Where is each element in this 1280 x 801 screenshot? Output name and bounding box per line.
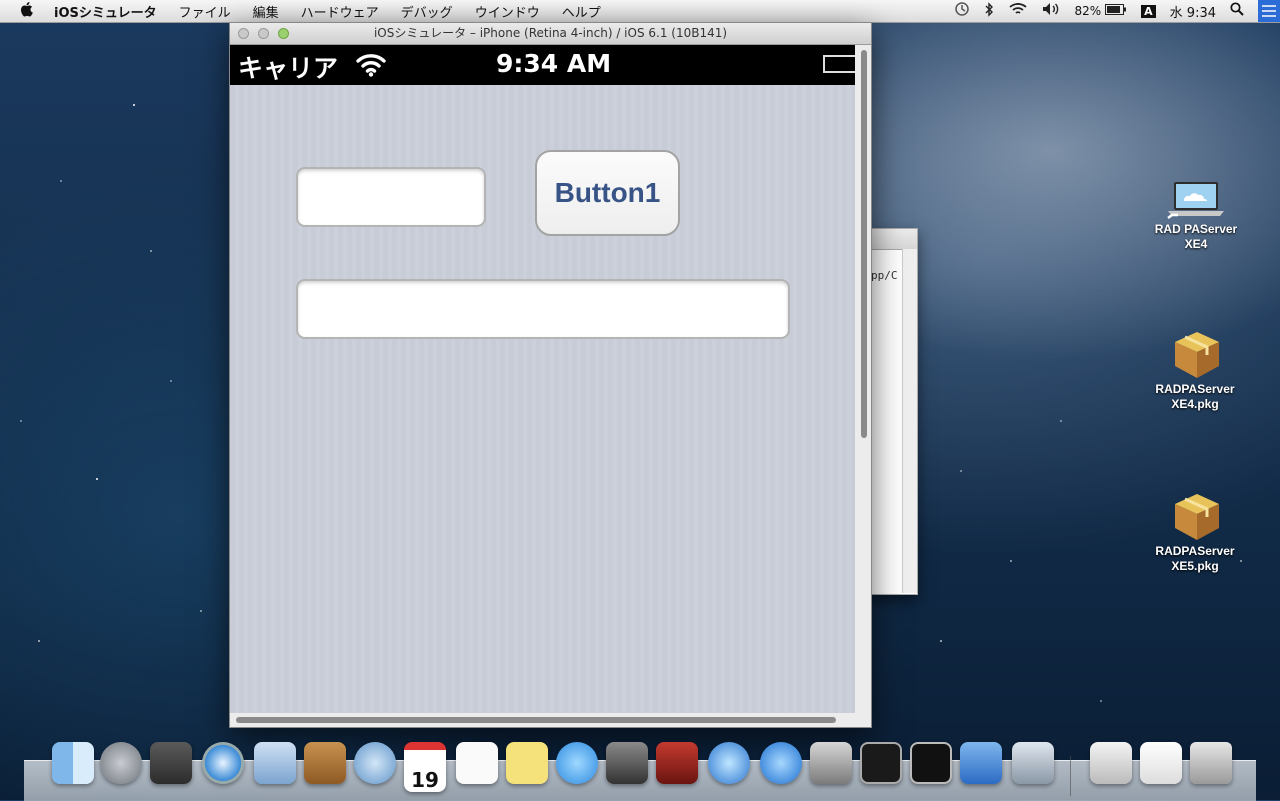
mail-icon[interactable] <box>254 742 296 784</box>
simulator-titlebar[interactable]: iOSシミュレータ – iPhone (Retina 4-inch) / iOS… <box>230 23 871 45</box>
desktop-icon-label: RAD PAServer <box>1154 222 1238 236</box>
reminders-icon[interactable] <box>456 742 498 784</box>
calendar-day: 19 <box>411 768 439 792</box>
mission-control-icon[interactable] <box>150 742 192 784</box>
desktop-icon-label: XE4 <box>1184 237 1208 251</box>
stickies-icon[interactable] <box>506 742 548 784</box>
edit1-text-field[interactable] <box>296 167 486 227</box>
finder-icon[interactable] <box>52 742 94 784</box>
vertical-scrollbar[interactable] <box>859 46 869 713</box>
system-preferences-icon[interactable] <box>810 742 852 784</box>
spotlight-icon[interactable] <box>1230 2 1244 20</box>
ios-simulator-icon[interactable] <box>1012 742 1054 784</box>
apple-menu-icon[interactable] <box>20 1 38 21</box>
laptop-alias-icon <box>1166 178 1226 219</box>
launchpad-icon[interactable] <box>100 742 142 784</box>
dock: 19 <box>24 742 1256 801</box>
input-method-indicator[interactable]: A <box>1141 4 1156 18</box>
battery-icon <box>1105 3 1127 19</box>
simulator-window: iOSシミュレータ – iPhone (Retina 4-inch) / iOS… <box>229 22 872 728</box>
calendar-icon[interactable]: 19 <box>404 742 446 792</box>
background-window-titlebar[interactable] <box>869 229 917 250</box>
vertical-scroll-thumb[interactable] <box>861 50 867 438</box>
settings-gear-icon[interactable] <box>354 742 396 784</box>
time-machine-icon[interactable] <box>954 1 970 21</box>
xcode-icon[interactable] <box>960 742 1002 784</box>
documents-stack-icon[interactable] <box>1090 742 1132 784</box>
menu-clock[interactable]: 水 9:34 <box>1170 2 1216 21</box>
simulator-title: iOSシミュレータ – iPhone (Retina 4-inch) / iOS… <box>373 26 728 40</box>
menu-file[interactable]: ファイル <box>179 2 231 21</box>
edit2-text-field[interactable] <box>296 279 790 339</box>
itunes-icon[interactable] <box>708 742 750 784</box>
zoom-button[interactable] <box>278 28 289 39</box>
background-window-scrollbar[interactable] <box>902 249 917 593</box>
carrier-label: キャリア <box>238 54 339 83</box>
minimize-button[interactable] <box>258 28 269 39</box>
facetime-icon[interactable] <box>606 742 648 784</box>
menu-window[interactable]: ウインドウ <box>475 2 540 21</box>
photo-booth-icon[interactable] <box>656 742 698 784</box>
terminal-icon[interactable] <box>910 742 952 784</box>
menu-edit[interactable]: 編集 <box>253 2 279 21</box>
menu-help[interactable]: ヘルプ <box>562 2 601 21</box>
volume-icon[interactable] <box>1042 2 1060 20</box>
ios-battery-icon <box>823 55 855 73</box>
desktop-icon-xe5-pkg[interactable]: RADPAServer XE5.pkg <box>1140 484 1250 574</box>
notification-center-icon[interactable] <box>1258 0 1280 22</box>
trash-icon[interactable] <box>1190 742 1232 784</box>
package-icon <box>1167 484 1223 540</box>
menu-bar: iOSシミュレータ ファイル 編集 ハードウェア デバッグ ウインドウ ヘルプ … <box>0 0 1280 23</box>
ios-clock: 9:34 AM <box>496 49 612 78</box>
bluetooth-icon[interactable] <box>984 1 994 21</box>
desktop-icon-label: RADPAServer <box>1155 382 1235 396</box>
desktop-icon-label: RADPAServer <box>1155 544 1235 558</box>
safari-icon[interactable] <box>202 742 244 784</box>
app-content: Button1 <box>230 85 855 713</box>
activity-monitor-icon[interactable] <box>860 742 902 784</box>
horizontal-scrollbar[interactable] <box>230 713 855 727</box>
menu-app-name[interactable]: iOSシミュレータ <box>54 2 157 21</box>
horizontal-scroll-thumb[interactable] <box>236 717 836 723</box>
app-store-icon[interactable] <box>760 742 802 784</box>
button1[interactable]: Button1 <box>535 150 680 236</box>
iphone-screen: キャリア 9:34 AM Button1 <box>230 45 855 713</box>
contacts-icon[interactable] <box>304 742 346 784</box>
messages-icon[interactable] <box>556 742 598 784</box>
ios-wifi-icon <box>355 52 387 82</box>
package-icon <box>1167 322 1223 378</box>
desktop-icon-xe4-pkg[interactable]: RADPAServer XE4.pkg <box>1140 322 1250 412</box>
background-window-text: pp/C <box>871 269 898 282</box>
desktop-icon-label: XE4.pkg <box>1171 397 1219 411</box>
menu-hardware[interactable]: ハードウェア <box>301 2 379 21</box>
downloads-stack-icon[interactable] <box>1140 742 1182 784</box>
battery-status[interactable]: 82% <box>1074 4 1101 18</box>
dock-separator <box>1070 756 1071 796</box>
desktop-icon-label: XE5.pkg <box>1171 559 1219 573</box>
menu-debug[interactable]: デバッグ <box>401 2 453 21</box>
wifi-icon[interactable] <box>1008 2 1028 20</box>
background-window[interactable]: pp/C <box>868 228 918 595</box>
ios-status-bar: キャリア 9:34 AM <box>230 45 855 85</box>
desktop-icon-rad-paserver-alias[interactable]: RAD PAServer XE4 <box>1141 178 1251 252</box>
close-button[interactable] <box>238 28 249 39</box>
